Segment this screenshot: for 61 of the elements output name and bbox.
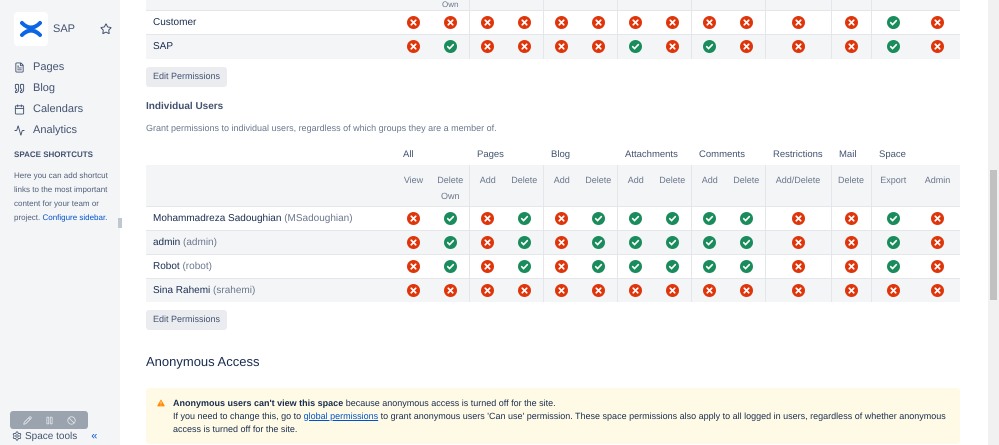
global-permissions-link[interactable]: global permissions [304, 410, 378, 420]
group-header: Comments [699, 148, 745, 160]
column-header: Delete [585, 175, 612, 185]
group-header: Restrictions [773, 148, 823, 160]
column-header: Delete [511, 175, 538, 185]
column-header: Delete Own [437, 175, 464, 201]
column-header: Delete [838, 175, 864, 185]
column-header: Export [880, 175, 906, 185]
group-header: All [403, 148, 414, 160]
nav-item[interactable]: Blog [14, 81, 120, 95]
scrollbar[interactable] [988, 0, 999, 445]
user-name: Robot (robot) [153, 260, 212, 272]
column-header: Add/Delete [776, 175, 820, 185]
user-name: admin (admin) [153, 236, 217, 248]
warning-detail: If you need to change this, go to global permissions to grant anonymous users 'Can use' permission. These space permissions also apply to all logged in users, regardless of whether anonymous access is turned off for the site. [173, 410, 947, 436]
nav-item[interactable]: Calendars [14, 102, 120, 116]
column-header: Delete [733, 175, 760, 185]
section-title: Anonymous Access [146, 353, 260, 371]
pencil-icon[interactable] [22, 416, 32, 424]
shortcuts-description: Here you can add shortcut links to the most important content for your team or project. Configure sidebar. [14, 170, 109, 224]
space-name[interactable]: SAP [53, 20, 76, 38]
group-name: SAP [153, 41, 174, 52]
column-header: Add [628, 175, 644, 185]
edit-permissions-button[interactable]: Edit Permissions [146, 310, 228, 330]
cancel-icon[interactable] [66, 416, 76, 424]
configure-link[interactable]: Configure sidebar. [42, 213, 108, 222]
column-header: Add [480, 175, 496, 185]
group-header: Blog [551, 148, 570, 160]
group-header: Space [879, 148, 906, 160]
column-header: View [404, 175, 424, 185]
nav-item[interactable]: Pages [14, 60, 120, 74]
space-tools-button[interactable]: Space tools [12, 428, 78, 444]
settings-icon [12, 431, 22, 441]
blog-icon [14, 82, 25, 94]
analytics-icon [14, 124, 25, 136]
space-logo[interactable] [14, 12, 48, 46]
calendars-icon [14, 104, 25, 114]
column-header: Admin [924, 175, 950, 185]
group-name: Customer [153, 17, 196, 28]
pause-icon[interactable] [44, 416, 54, 424]
section-heading: SPACE SHORTCUTS [14, 149, 94, 161]
section-description: Grant permissions to individual users, regardless of which groups they are a member of. [146, 122, 498, 135]
nav-item[interactable]: Analytics [14, 123, 120, 137]
column-header: Add [702, 175, 718, 185]
group-header: Pages [477, 148, 504, 160]
star-icon[interactable] [100, 23, 112, 35]
warning-text: Anonymous users can't view this space because anonymous access is turned off for the site. [173, 396, 557, 410]
group-header: Attachments [625, 148, 678, 160]
group-header: Mail [839, 148, 856, 160]
scrollbar-thumb[interactable] [990, 170, 997, 300]
logo-icon [20, 19, 42, 39]
edit-permissions-button[interactable]: Edit Permissions [146, 66, 228, 86]
section-heading: Individual Users [146, 100, 224, 114]
column-header: Add [554, 175, 570, 185]
pages-icon [14, 62, 25, 72]
column-header: Delete [659, 175, 686, 185]
user-name: Mohammadreza Sadoughian (MSadoughian) [153, 212, 353, 224]
warning-icon [156, 398, 166, 408]
user-name: Sina Rahemi (srahemi) [153, 284, 256, 296]
resize-handle[interactable] [118, 218, 122, 228]
collapse-button[interactable]: « [91, 428, 98, 444]
